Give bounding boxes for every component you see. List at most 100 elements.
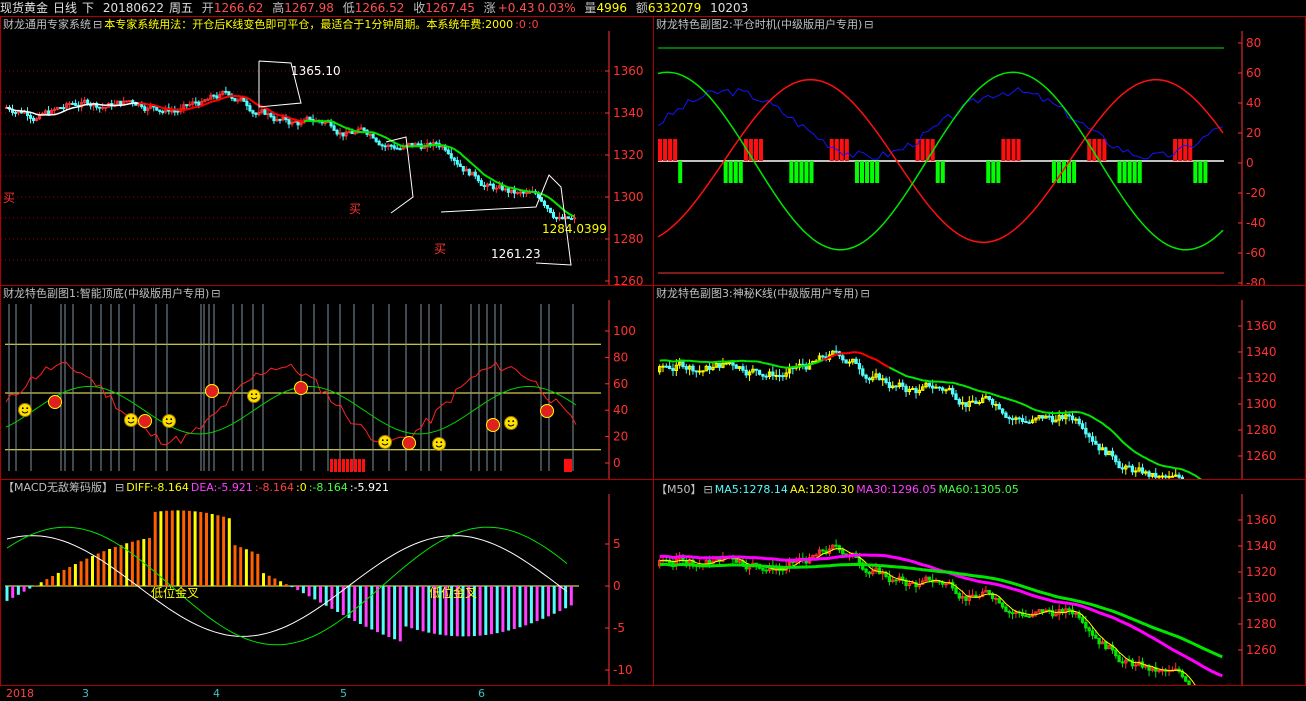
mystic-candle-body: [1000, 408, 1005, 414]
main-candle-body: [128, 100, 132, 103]
main-candle-body: [491, 183, 495, 190]
smiley-eye: [132, 417, 135, 420]
main-candle-body: [341, 132, 345, 137]
buy-signal-label: 买: [349, 202, 361, 216]
main-candle-body: [74, 103, 78, 106]
y-tick-label: -20: [1246, 186, 1266, 200]
m50-candle-body: [1097, 637, 1101, 645]
signal-bar-green: [865, 161, 870, 183]
y-tick-label: 0: [613, 579, 621, 593]
period-label[interactable]: 日线: [53, 1, 77, 15]
top-bottom-panel[interactable]: 财龙特色副图1:智能顶底(中级版用户专用) ⊟ 100 80 60 40 20 0: [0, 285, 654, 480]
main-candle-body: [13, 111, 18, 114]
mystic-candle-body: [697, 370, 702, 373]
main-candle-body: [452, 157, 456, 161]
mystic-candle-body: [707, 365, 712, 370]
signal-bar-red: [663, 139, 668, 161]
main-candle-body: [512, 189, 516, 194]
main-candle-body: [212, 94, 216, 97]
main-candle-body: [548, 207, 553, 213]
main-candle-body: [467, 168, 471, 176]
signal-bar-green: [991, 161, 996, 183]
mystic-candle-body: [1024, 420, 1028, 423]
m50-candle-body: [877, 567, 882, 575]
bottom-bar: [358, 459, 361, 472]
mystic-candle-body: [1140, 467, 1145, 474]
main-candle-body: [506, 188, 510, 193]
mystic-candle-body: [1050, 416, 1055, 423]
m50-candle-body: [1084, 621, 1088, 629]
m50-candle-body: [1184, 676, 1188, 682]
signal-bar-green: [1193, 161, 1198, 183]
macd-panel[interactable]: 【MACD无敌筹码版】 ⊟ DIFF:-8.164 DEA:-5.921:-8.164…: [0, 479, 654, 686]
mystic-kline-panel[interactable]: 财龙特色副图3:神秘K线(中级版用户专用) ⊟ 1360 1340 1320 1300 1…: [653, 285, 1306, 480]
mystic-candle-body: [757, 369, 762, 375]
mystic-candle-body: [681, 361, 685, 368]
signal-bar-green: [794, 161, 799, 183]
y-tick-label: 1280: [1246, 423, 1277, 437]
m50-candle-body: [761, 567, 765, 571]
main-candle-body: [446, 149, 450, 155]
smiley-eye: [255, 393, 258, 396]
main-candle-body: [440, 145, 444, 148]
smiley-eye: [165, 418, 168, 421]
y-tick-label: 60: [1246, 66, 1261, 80]
signal-bar-red: [839, 139, 844, 161]
m50-panel[interactable]: 【M50】 ⊟ MA5:1278.14 AA:1280.30 MA30:1296.05 M…: [653, 479, 1306, 686]
y-tick-label: 20: [1246, 126, 1261, 140]
m50-candle-body: [821, 549, 825, 552]
y-tick-label: 0: [1246, 156, 1254, 170]
smiley-eye: [250, 393, 253, 396]
mystic-candle-body: [1104, 447, 1108, 456]
high-label: 1365.10: [291, 64, 341, 78]
signal-bar-green: [678, 161, 683, 183]
signal-dot: [486, 418, 500, 432]
y-tick-label: 1360: [1246, 319, 1277, 333]
mystic-candle-body: [861, 368, 865, 376]
y-tick-label: 1360: [613, 64, 644, 78]
smiley-eye: [440, 441, 443, 444]
mystic-candle-body: [731, 362, 735, 366]
main-candle-body: [350, 131, 354, 135]
signal-bar-red: [668, 139, 673, 161]
mystic-candle-body: [1177, 474, 1181, 478]
m50-candle-body: [781, 569, 785, 572]
signal-bar-green: [738, 161, 743, 183]
instrument-name[interactable]: 现货黄金: [0, 1, 48, 15]
month-5-label: 5: [340, 687, 347, 700]
main-candle-body: [263, 109, 267, 115]
main-candle-body: [296, 121, 300, 126]
signal-bar-green: [723, 161, 728, 183]
year-label: 2018: [6, 687, 34, 700]
y-tick-label: 100: [613, 324, 636, 338]
y-tick-label: 1300: [613, 190, 644, 204]
signal-bar-green: [733, 161, 738, 183]
main-candle-body: [28, 115, 33, 119]
m50-candle-body: [944, 583, 948, 586]
signal-bar-green: [728, 161, 733, 183]
main-chart-panel[interactable]: 财龙通用专家系统 ⊟ 本专家系统用法：开仓后K线变色即可平仓，最适合于1分钟周期。本…: [0, 16, 654, 286]
smiley-icon: [432, 437, 446, 451]
close-timing-panel[interactable]: 财龙特色副图2:平仓时机(中级版用户专用) ⊟ 80 60 40 20 0 -20 -40 -6…: [653, 16, 1306, 286]
main-candle-body: [251, 110, 255, 114]
main-candle-body: [287, 119, 291, 125]
smiley-eye: [435, 441, 438, 444]
signal-bar-green: [789, 161, 794, 183]
signal-bar-red: [1011, 139, 1016, 161]
mystic-candle-body: [834, 350, 838, 353]
main-candle-body: [551, 211, 556, 218]
m50-candle-body: [1134, 664, 1138, 667]
signal-bar-red: [1006, 139, 1011, 161]
y-tick-label: 40: [613, 403, 628, 417]
signal-bar-red: [658, 139, 662, 161]
main-candle-body: [545, 204, 550, 209]
y-tick-label: -5: [613, 621, 625, 635]
main-candle-body: [539, 197, 543, 202]
m50-chart-svg: 1360 1340 1320 1300 1280 1260: [657, 494, 1277, 685]
main-candle-body: [254, 112, 258, 115]
mystic-candle-body: [931, 385, 935, 389]
mystic-candle-body: [864, 374, 868, 379]
main-candle-body: [332, 125, 336, 131]
main-candle-body: [521, 191, 525, 194]
main-candle-body: [518, 191, 522, 194]
